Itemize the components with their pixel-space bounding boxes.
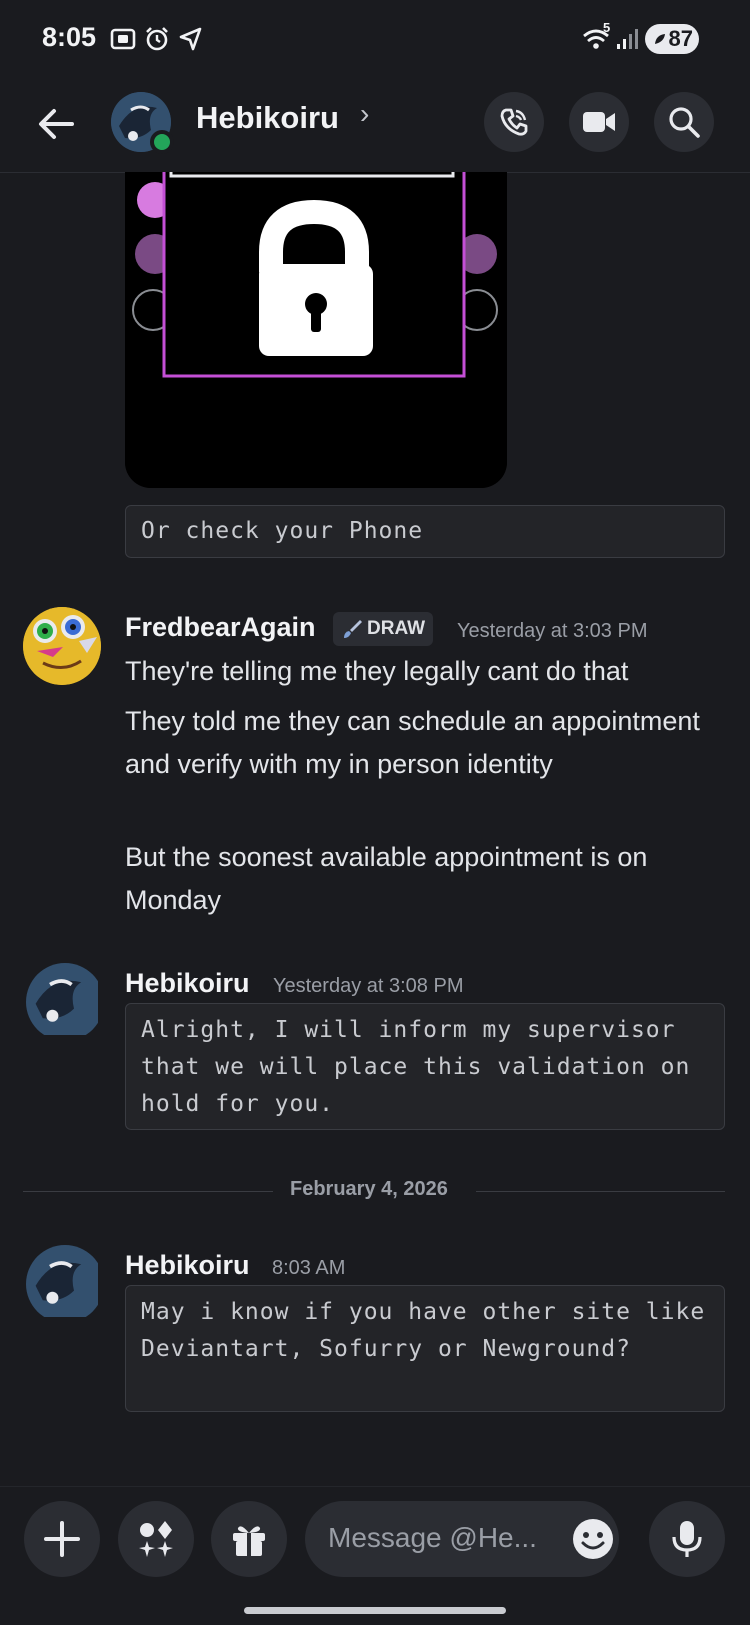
paintbrush-icon (344, 620, 362, 638)
microphone-icon (672, 1521, 702, 1557)
message-timestamp: Yesterday at 3:03 PM (457, 620, 648, 642)
chat-header: Hebikoiru › (0, 84, 750, 173)
message-text: They're telling me they legally cant do … (125, 656, 629, 686)
apps-icon (139, 1521, 173, 1557)
plus-icon (44, 1521, 80, 1557)
message-username[interactable]: FredbearAgain (125, 612, 316, 643)
message-username[interactable]: Hebikoiru (125, 968, 250, 999)
battery-level: 87 (668, 26, 693, 51)
embed-code-block: Or check your Phone (125, 505, 725, 558)
date-divider-label: February 4, 2026 (290, 1178, 448, 1200)
attach-button[interactable] (24, 1501, 100, 1577)
message-code-block: May i know if you have other site like D… (125, 1285, 725, 1412)
message-code-block: Alright, I will inform my supervisor tha… (125, 1003, 725, 1130)
message-input-placeholder[interactable]: Message @He... (328, 1522, 537, 1554)
emoji-icon (573, 1519, 613, 1559)
message-username[interactable]: Hebikoiru (125, 1250, 250, 1281)
gift-icon (233, 1526, 265, 1556)
message-timestamp: Yesterday at 3:08 PM (273, 975, 464, 997)
embed-lock-image[interactable] (125, 172, 507, 488)
voice-call-button[interactable] (484, 92, 544, 152)
guild-tag-badge[interactable]: DRAW (333, 612, 434, 646)
video-call-icon (583, 112, 615, 132)
wifi-band-label: 5 (603, 20, 611, 35)
gift-button[interactable] (211, 1501, 287, 1577)
home-indicator[interactable] (244, 1607, 506, 1614)
status-bar: 8:05 5 87 (0, 0, 750, 84)
screen-record-icon (110, 28, 136, 50)
guild-tag-label: DRAW (367, 618, 426, 639)
status-time: 8:05 (42, 22, 97, 52)
avatar[interactable] (26, 1245, 104, 1323)
chat-title[interactable]: Hebikoiru (196, 100, 339, 136)
location-icon (179, 27, 202, 51)
cell-signal-icon (617, 29, 638, 49)
online-status-dot (150, 130, 174, 154)
date-divider-line (476, 1191, 725, 1192)
alarm-icon (146, 27, 168, 51)
chevron-right-icon[interactable]: › (360, 98, 369, 130)
battery-indicator: 87 (645, 24, 699, 54)
voice-message-button[interactable] (649, 1501, 725, 1577)
avatar[interactable] (23, 607, 101, 685)
message-text: They told me they can schedule an appoin… (125, 706, 700, 779)
video-call-button[interactable] (569, 92, 629, 152)
voice-call-icon (500, 108, 528, 136)
emoji-button[interactable] (571, 1517, 615, 1561)
message-text: But the soonest available appointment is… (125, 842, 648, 915)
battery-saver-icon (654, 34, 665, 44)
apps-button[interactable] (118, 1501, 194, 1577)
date-divider-line (23, 1191, 273, 1192)
avatar[interactable] (26, 963, 104, 1041)
message-timestamp: 8:03 AM (272, 1257, 346, 1279)
search-icon (669, 107, 700, 138)
back-arrow-icon[interactable] (30, 98, 82, 150)
search-button[interactable] (654, 92, 714, 152)
